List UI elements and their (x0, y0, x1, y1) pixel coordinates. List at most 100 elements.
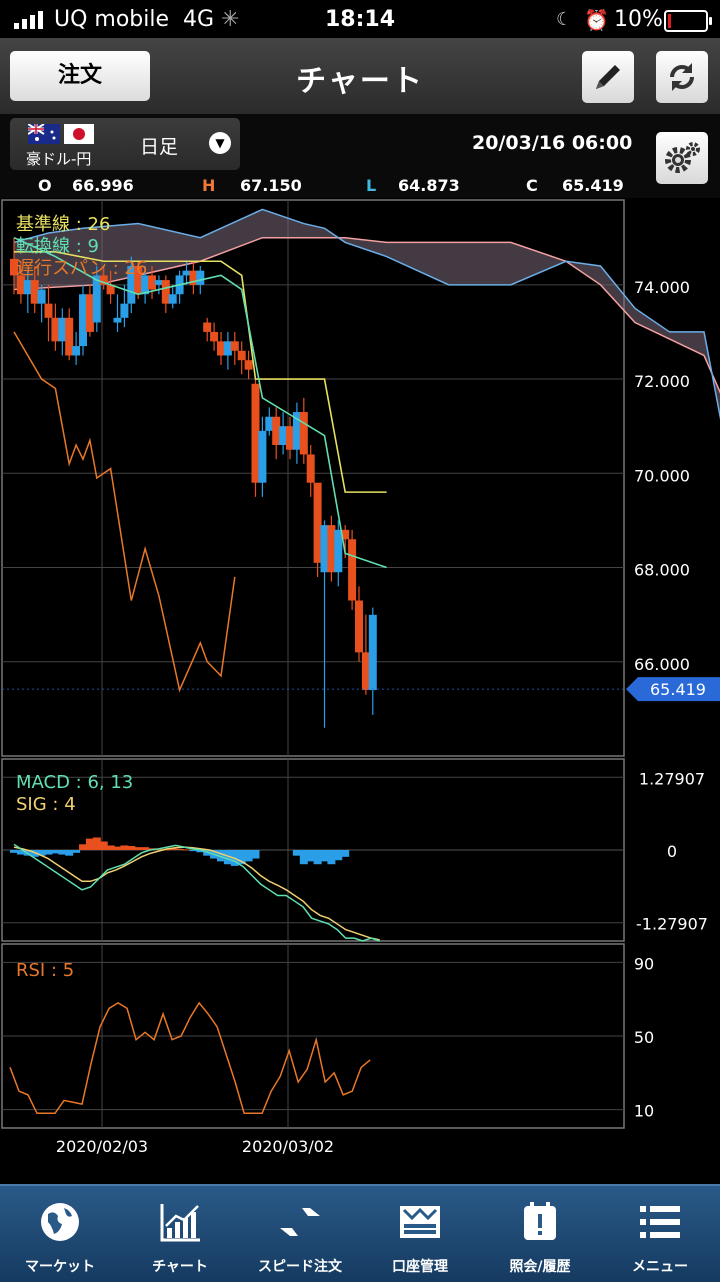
low-label: L (366, 176, 377, 195)
pencil-icon (596, 65, 620, 89)
alarm-icon: ⏰ (584, 8, 609, 32)
menu-icon (640, 1206, 680, 1238)
macd-histogram-bar (251, 850, 260, 859)
globe-icon (41, 1203, 79, 1241)
candle-body (355, 600, 363, 653)
high-value: 67.150 (240, 176, 302, 195)
do-not-disturb-icon: ☾ (556, 9, 573, 30)
chart-canvas[interactable]: 74.000 72.000 70.000 68.000 66.000 基準線 : 26転換… (0, 198, 720, 1158)
candle-body (30, 280, 39, 304)
signal-legend: SIG : 4 (16, 794, 76, 815)
candle-body (223, 341, 232, 356)
chevron-down-icon[interactable]: ▼ (209, 132, 231, 154)
candle-body (368, 614, 377, 691)
tenkan-legend: 転換線 : 9 (16, 236, 99, 257)
tab-history-label: 照会/履歴 (509, 1259, 571, 1275)
speed-arrows-icon (280, 1208, 320, 1236)
macd-histogram-bar (306, 850, 315, 862)
candle-body (44, 303, 53, 318)
candle-body (58, 317, 67, 342)
date-tick-label: 2020/02/03 (56, 1137, 148, 1156)
current-price-label: 65.419 (650, 680, 706, 699)
macd-histogram-bar (175, 848, 184, 850)
date-tick-label: 2020/03/02 (242, 1137, 334, 1156)
macd-tick-label: 0 (667, 842, 677, 861)
candle-body (237, 350, 246, 361)
candle-body (203, 322, 212, 332)
candle-body (286, 426, 294, 450)
chikou-legend: 遅行スパン : 26 (16, 258, 147, 279)
candle-body (65, 317, 74, 356)
australia-flag-icon (27, 123, 60, 144)
candle-body (210, 331, 219, 342)
macd-histogram-bar (65, 850, 74, 856)
price-tick-label: 74.000 (634, 278, 690, 297)
candle-body (182, 270, 191, 276)
close-value: 65.419 (562, 176, 624, 195)
macd-histogram-bar (79, 844, 87, 850)
chart-icon (160, 1204, 200, 1242)
macd-histogram-bar (334, 850, 343, 861)
macd-histogram-bar (244, 850, 253, 862)
candle-body (23, 280, 32, 295)
candle-body (258, 430, 267, 483)
tab-menu[interactable]: メニュー (600, 1186, 720, 1282)
tab-market[interactable]: マーケット (0, 1186, 120, 1282)
refresh-button[interactable] (656, 51, 708, 103)
tab-speed-order[interactable]: スピード注文 (240, 1186, 360, 1282)
gear-icon (665, 142, 700, 173)
tab-account-label: 口座管理 (392, 1259, 448, 1275)
candle-body (79, 294, 87, 347)
candle-body (251, 383, 260, 483)
status-bar: UQ mobile 4G ✳ 18:14 ☾ ⏰ 10% (0, 0, 720, 38)
macd-histogram-bar (182, 849, 191, 851)
open-label: O (38, 176, 52, 195)
macd-histogram-bar (10, 850, 18, 853)
calendar-icon (524, 1202, 556, 1240)
candle-body (154, 280, 163, 285)
tab-speed-order-label: スピード注文 (258, 1259, 342, 1275)
tab-account[interactable]: 口座管理 (360, 1186, 480, 1282)
high-label: H (202, 176, 216, 195)
candle-body (313, 482, 322, 563)
macd-histogram-bar (313, 850, 322, 865)
price-tick-label: 70.000 (634, 466, 690, 485)
macd-histogram-bar (292, 850, 301, 856)
macd-histogram-bar (51, 850, 60, 854)
candle-body (306, 454, 315, 483)
candle-body (320, 525, 329, 573)
macd-histogram-bar (92, 837, 101, 850)
macd-histogram-bar (299, 850, 308, 865)
macd-histogram-bar (341, 850, 350, 857)
price-tick-label: 72.000 (634, 372, 690, 391)
refresh-icon (670, 63, 694, 91)
tab-history[interactable]: 照会/履歴 (480, 1186, 600, 1282)
japan-flag-icon (64, 124, 94, 144)
price-tick-label: 68.000 (634, 561, 690, 580)
candle-body (361, 652, 370, 691)
chart-area[interactable]: 74.000 72.000 70.000 68.000 66.000 基準線 : 26 転換… (0, 198, 720, 1158)
edit-button[interactable] (582, 51, 634, 103)
chart-settings-button[interactable] (656, 132, 708, 184)
macd-histogram-bar (120, 845, 129, 850)
datetime-label: 20/03/16 06:00 (472, 132, 633, 154)
pair-selector[interactable]: 豪ドル-円 日足 ▼ (10, 118, 240, 170)
candle-body (265, 416, 274, 431)
tab-market-label: マーケット (25, 1259, 95, 1275)
tab-chart-label: チャート (152, 1259, 208, 1275)
macd-histogram-bar (72, 850, 81, 853)
account-icon (400, 1206, 440, 1238)
macd-histogram-bar (327, 850, 336, 865)
candle-body (230, 341, 239, 351)
candle-body (92, 275, 101, 323)
tab-chart[interactable]: チャート (120, 1186, 240, 1282)
candle-body (72, 346, 81, 356)
candle-body (113, 317, 122, 323)
macd-histogram-bar (189, 850, 198, 852)
candle-body (348, 539, 357, 601)
candle-body (85, 294, 94, 332)
macd-legend: MACD : 6, 13 (16, 772, 133, 793)
rsi-legend: RSI : 5 (16, 960, 74, 981)
candle-body (327, 525, 336, 573)
candle-body (244, 360, 253, 370)
